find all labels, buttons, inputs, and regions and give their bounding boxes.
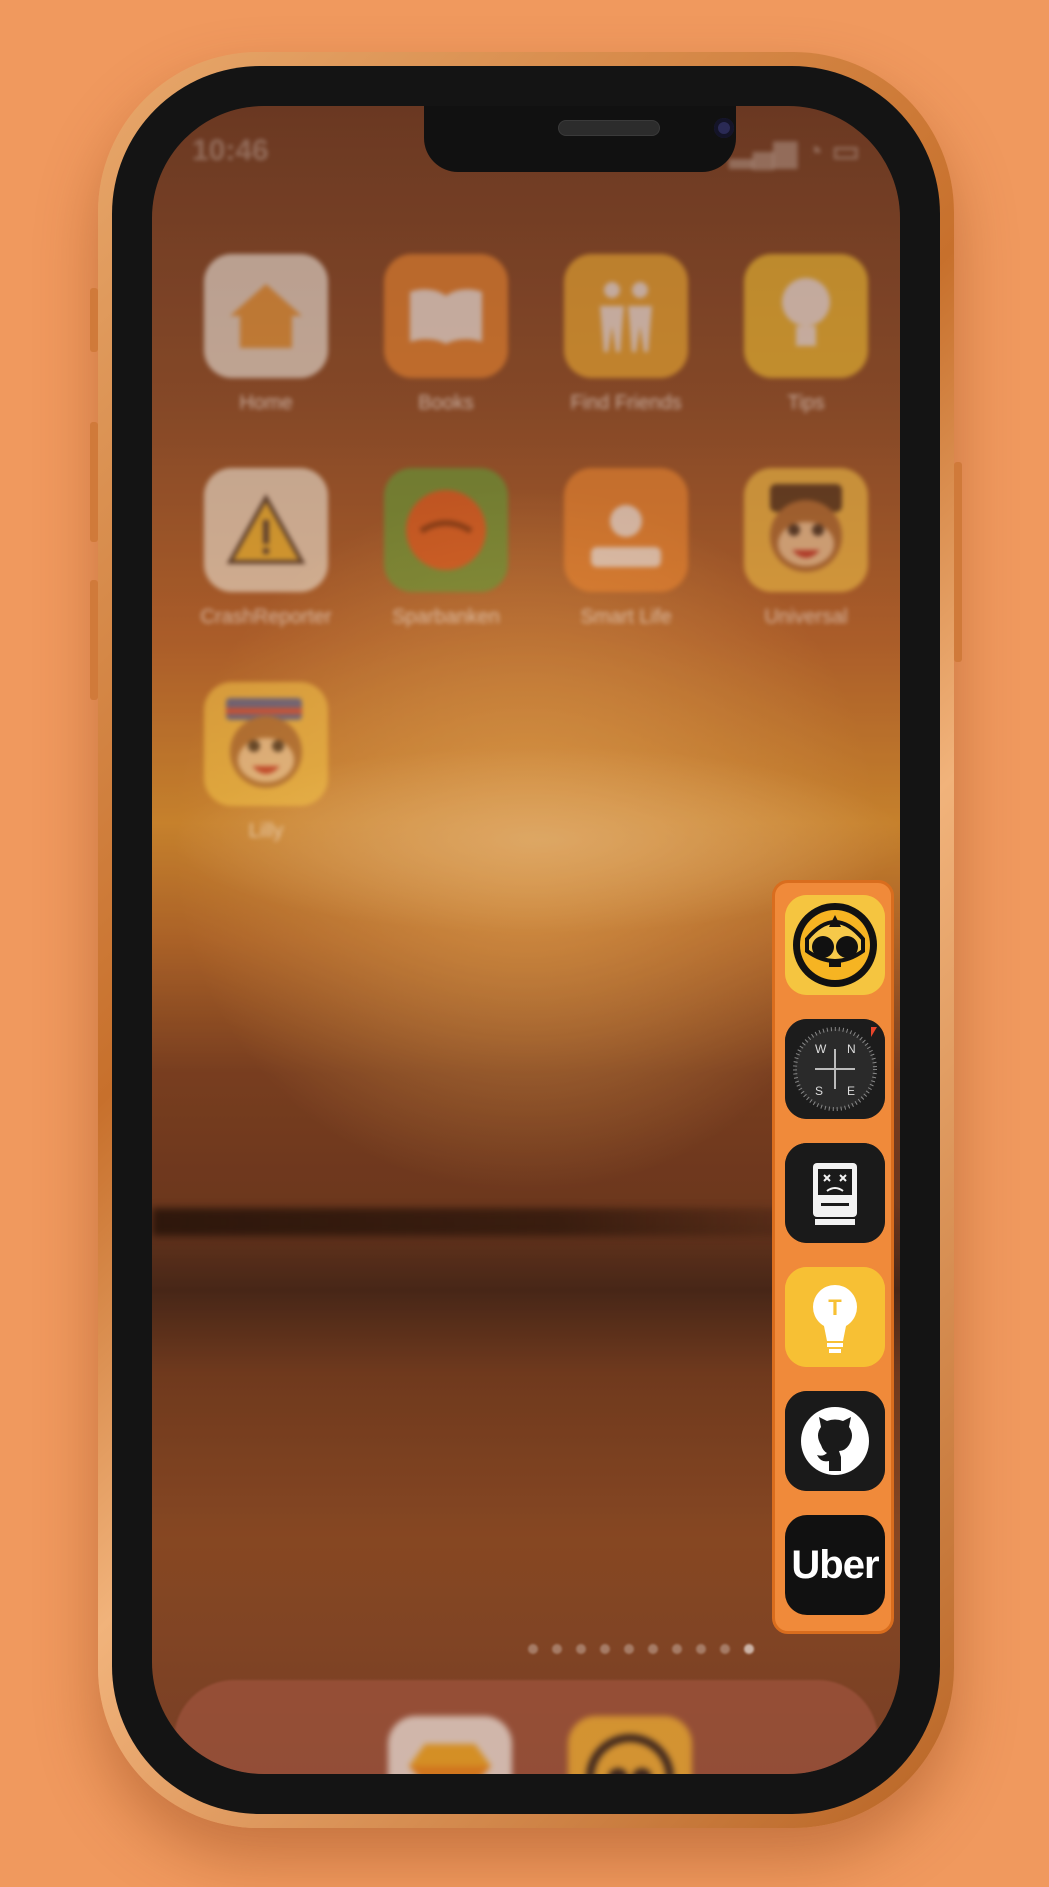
notch (424, 106, 736, 172)
compass-letter-s: S (815, 1084, 823, 1098)
earpiece-speaker (558, 120, 660, 136)
app-sparbanken[interactable]: Sparbanken (384, 468, 508, 629)
app-home[interactable]: Home (204, 254, 328, 415)
page-dot (552, 1644, 562, 1654)
monkey-icon (744, 468, 868, 592)
app-crashreporter[interactable]: CrashReporter (200, 468, 332, 629)
silent-switch (90, 288, 98, 352)
volume-up-button (90, 422, 98, 542)
monkey-flag-icon (204, 682, 328, 806)
find-friends-icon (564, 254, 688, 378)
warning-icon (204, 468, 328, 592)
app-find-friends[interactable]: Find Friends (564, 254, 688, 415)
uber-icon: Uber (791, 1542, 879, 1587)
app-label: Tips (787, 392, 825, 414)
app-label: Home (239, 392, 293, 414)
github-icon (785, 1391, 885, 1491)
switcher-app-uber[interactable]: Uber (785, 1515, 885, 1615)
page-dot (528, 1644, 538, 1654)
volume-down-button (90, 580, 98, 700)
switcher-app-brawl-stars[interactable] (785, 895, 885, 995)
lightbulb-icon (744, 254, 868, 378)
switcher-app-tips[interactable]: T (785, 1267, 885, 1367)
dock-app-brawl[interactable] (568, 1716, 692, 1774)
page-dot (696, 1644, 706, 1654)
switcher-app-compass[interactable]: W N S E (785, 1019, 885, 1119)
status-icons: ▂▄▆ ◔ ▭ (729, 135, 860, 168)
front-camera (714, 118, 734, 138)
lightbulb-icon: T (785, 1267, 885, 1367)
switcher-app-crashreporter[interactable] (785, 1143, 885, 1243)
dock-app-sketch[interactable] (388, 1716, 512, 1774)
app-label: Lilly (248, 820, 284, 842)
app-universal[interactable]: Universal (744, 468, 868, 629)
app-label: Books (418, 392, 474, 414)
tips-letter: T (828, 1295, 842, 1320)
app-smart-life[interactable]: Smart Life (564, 468, 688, 629)
app-label: Find Friends (570, 392, 682, 414)
app-label: Smart Life (580, 606, 672, 628)
page-dot (600, 1644, 610, 1654)
compass-letter-w: W (815, 1042, 827, 1056)
page-indicator[interactable] (528, 1644, 754, 1654)
bank-icon (384, 468, 508, 592)
brawl-skull-icon (586, 1734, 674, 1774)
app-label: CrashReporter (200, 606, 332, 628)
app-tips[interactable]: Tips (744, 254, 868, 415)
app-label: Sparbanken (392, 606, 500, 628)
compass-letter-n: N (847, 1042, 856, 1056)
app-lilly[interactable]: Lilly (204, 682, 328, 843)
page-dot (648, 1644, 658, 1654)
app-books[interactable]: Books (384, 254, 508, 415)
compass-icon: W N S E (785, 1019, 885, 1119)
power-button (954, 462, 962, 662)
app-label: Universal (764, 606, 848, 628)
compass-letter-e: E (847, 1084, 855, 1098)
app-switcher-panel: W N S E T Uber (772, 880, 894, 1634)
page-dot (624, 1644, 634, 1654)
brawl-skull-icon (785, 895, 885, 995)
dock (174, 1680, 878, 1774)
book-icon (384, 254, 508, 378)
page-dot (720, 1644, 730, 1654)
switcher-app-github[interactable] (785, 1391, 885, 1491)
home-icon (204, 254, 328, 378)
sad-mac-icon (785, 1143, 885, 1243)
sketch-diamond-icon (409, 1744, 491, 1774)
page-dot (576, 1644, 586, 1654)
smart-life-icon (564, 468, 688, 592)
page-dot (672, 1644, 682, 1654)
page-dot-active (744, 1644, 754, 1654)
status-time: 10:46 (192, 134, 269, 167)
